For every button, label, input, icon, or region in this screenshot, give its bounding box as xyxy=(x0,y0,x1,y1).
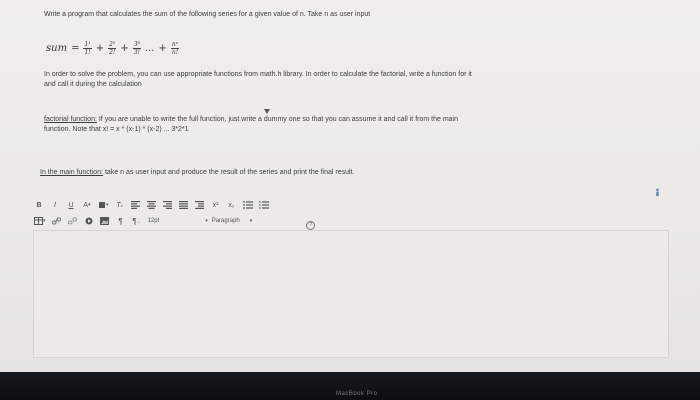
highlight-icon xyxy=(99,202,105,208)
term-numerator: 1¹ xyxy=(83,40,92,49)
numbered-list-icon xyxy=(258,201,269,209)
laptop-brand-label: MacBook Pro xyxy=(336,391,378,397)
chevron-down-icon: ▾ xyxy=(205,218,208,224)
underline-button[interactable]: U xyxy=(66,199,76,211)
bullet-list-icon xyxy=(242,201,253,209)
term-denominator: 1! xyxy=(84,48,91,56)
align-justify-icon xyxy=(179,201,189,209)
main-label: In the main function: xyxy=(40,169,104,176)
bold-button[interactable]: B xyxy=(34,199,44,211)
italic-button[interactable]: I xyxy=(50,199,60,211)
clear-format-button[interactable]: Tx xyxy=(115,199,125,211)
formula-term-3: 3³ 3! xyxy=(132,40,141,56)
answer-editor-textarea[interactable] xyxy=(33,230,669,358)
font-size-select[interactable]: 12pt xyxy=(148,218,160,224)
formula-equals: = xyxy=(71,42,80,54)
align-center-button[interactable] xyxy=(147,199,157,211)
factorial-paragraph-line-2: function. Note that x! = x * (x-1) * (x-… xyxy=(44,126,189,133)
align-justify-button[interactable] xyxy=(179,199,189,211)
media-icon xyxy=(85,217,93,225)
paragraph-1-line-2: and call it during the calculation xyxy=(44,81,142,88)
font-color-button[interactable]: A ▾ xyxy=(82,199,92,211)
formula-term-n: nⁿ n! xyxy=(170,40,180,56)
bullet-list-button[interactable] xyxy=(242,199,253,211)
align-center-icon xyxy=(147,201,157,209)
chevron-down-icon: ▾ xyxy=(249,218,253,224)
highlight-button[interactable]: ▾ xyxy=(98,199,109,211)
question-intro: Write a program that calculates the sum … xyxy=(44,11,371,18)
term-denominator: 2! xyxy=(109,48,116,56)
font-size-value: 12pt xyxy=(147,218,160,224)
term-numerator: 3³ xyxy=(132,40,141,49)
help-icon[interactable]: ? xyxy=(306,221,315,230)
image-button[interactable] xyxy=(100,215,110,227)
align-right-icon xyxy=(163,201,173,209)
series-formula: sum = 1¹ 1! + 2² 2! + 3³ 3! ... + nⁿ n! xyxy=(46,36,180,60)
formula-plus: + xyxy=(120,42,129,54)
formula-plus: + xyxy=(95,42,105,54)
align-left-icon xyxy=(131,201,141,209)
formula-term-1: 1¹ 1! xyxy=(83,40,92,56)
mouse-cursor-icon xyxy=(264,109,270,114)
factorial-label: factorial function: xyxy=(44,116,97,123)
paragraph-mark-button[interactable]: ¶ xyxy=(116,215,126,227)
paragraph-1-line-1: In order to solve the problem, you can u… xyxy=(44,71,472,78)
paragraph-format-value: Paragraph xyxy=(211,218,240,224)
unlink-icon xyxy=(68,217,78,225)
link-icon xyxy=(52,217,62,225)
term-denominator: 3! xyxy=(133,48,140,56)
direction-button[interactable]: ¶ ↔ xyxy=(132,215,142,227)
editor-toolbar-row-1: B I U A ▾ ▾ Tx x² x₂ xyxy=(34,198,634,212)
paragraph-format-select[interactable]: ▾ Paragraph xyxy=(205,218,240,224)
formula-ellipsis: ... xyxy=(144,42,155,54)
term-denominator: n! xyxy=(171,48,179,56)
term-numerator: 2² xyxy=(108,40,117,49)
editor-toolbar-row-2: ▾ ¶ ¶ ↔ 12pt ▾ Paragraph ▾ xyxy=(34,214,634,228)
table-button[interactable]: ▾ xyxy=(34,215,46,227)
indent-button[interactable] xyxy=(195,199,205,211)
superscript-button[interactable]: x² xyxy=(211,199,221,211)
media-button[interactable] xyxy=(84,215,94,227)
factorial-paragraph-line-1: factorial function: If you are unable to… xyxy=(44,115,458,124)
numbered-list-button[interactable] xyxy=(258,199,269,211)
formula-lhs: sum xyxy=(46,42,68,54)
more-options-button[interactable]: ▾ xyxy=(250,218,253,224)
term-numerator: nⁿ xyxy=(170,40,180,49)
align-left-button[interactable] xyxy=(131,199,141,211)
question-page: Write a program that calculates the sum … xyxy=(0,0,700,372)
unlink-button[interactable] xyxy=(68,215,78,227)
indent-icon xyxy=(195,201,205,209)
formula-term-2: 2² 2! xyxy=(108,40,117,56)
table-icon xyxy=(34,217,43,225)
align-right-button[interactable] xyxy=(163,199,173,211)
image-icon xyxy=(100,217,110,225)
main-function-paragraph: In the main function: take n as user inp… xyxy=(40,168,354,177)
subscript-button[interactable]: x₂ xyxy=(227,199,237,211)
formula-plus: + xyxy=(158,42,167,54)
factorial-text: If you are unable to write the full func… xyxy=(96,116,458,123)
main-text: take n as user input and produce the res… xyxy=(103,169,355,176)
accessibility-icon[interactable] xyxy=(653,184,662,202)
link-button[interactable] xyxy=(52,215,62,227)
